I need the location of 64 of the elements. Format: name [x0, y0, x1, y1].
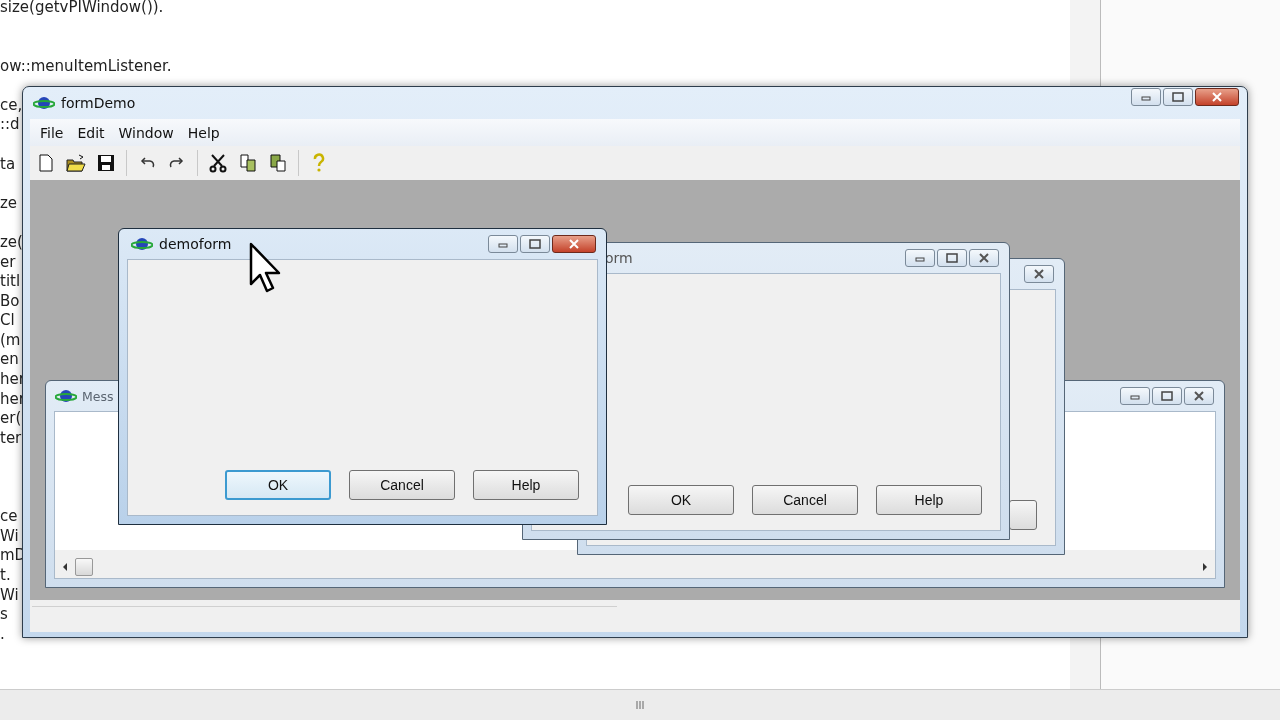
menu-item[interactable]: Window [111, 121, 181, 144]
code-line: er [0, 252, 16, 271]
maximize-button[interactable] [937, 249, 967, 267]
save-icon[interactable] [96, 153, 116, 173]
right-arrow-icon[interactable] [1201, 562, 1209, 572]
code-line: ::d [0, 115, 20, 134]
dialog-button[interactable]: Help [473, 470, 579, 500]
left-arrow-icon[interactable] [61, 562, 69, 572]
code-line: en [0, 350, 19, 369]
minimize-button[interactable] [905, 249, 935, 267]
menu-item[interactable]: Edit [70, 121, 112, 144]
dialog-button[interactable]: Cancel [349, 470, 455, 500]
maximize-button[interactable] [1163, 88, 1193, 106]
code-line: ze [0, 193, 18, 212]
code-line: Wi [0, 526, 19, 545]
close-button[interactable] [1024, 265, 1054, 283]
code-line: Cl [0, 311, 15, 330]
code-line: ce [0, 507, 18, 526]
window-title: Mess [82, 388, 114, 404]
close-button[interactable] [1195, 88, 1239, 106]
code-line: t. [0, 566, 11, 584]
dialog-button[interactable]: OK [225, 470, 331, 500]
code-line: ter [0, 428, 22, 447]
grip-icon[interactable] [635, 701, 645, 709]
maximize-button[interactable] [520, 235, 550, 253]
dialog-button[interactable]: Help [876, 485, 982, 515]
close-button[interactable] [1184, 387, 1214, 405]
code-line: er( [0, 409, 22, 428]
app-icon [33, 95, 55, 111]
code-line: Wi [0, 585, 19, 604]
code-line: . [0, 624, 5, 643]
new-file-icon[interactable] [36, 153, 56, 173]
window-title: demoform [159, 236, 232, 252]
minimize-button[interactable] [1131, 88, 1161, 106]
dialog-button[interactable]: OK [628, 485, 734, 515]
code-line: titl [0, 272, 21, 291]
app-icon [131, 236, 153, 252]
copy-icon[interactable] [238, 153, 258, 173]
code-line: her [0, 389, 25, 408]
minimize-button[interactable] [488, 235, 518, 253]
code-line: ta [0, 154, 16, 173]
code-line: (m [0, 330, 21, 349]
code-line: Bo [0, 291, 20, 310]
code-line: her [0, 370, 25, 389]
dialog-button[interactable] [1009, 500, 1037, 530]
code-line: s [0, 605, 8, 624]
code-line: ow::menuItemListener. [0, 56, 172, 75]
open-folder-icon[interactable] [66, 153, 86, 173]
close-button[interactable] [552, 235, 596, 253]
menu-item[interactable]: File [33, 121, 71, 144]
dialog-button[interactable]: Cancel [752, 485, 858, 515]
window-title: formDemo [61, 95, 136, 111]
paste-icon[interactable] [268, 153, 288, 173]
horizontal-scrollbar[interactable] [0, 689, 1280, 720]
minimize-button[interactable] [1120, 387, 1150, 405]
app-icon [55, 388, 77, 404]
scrollbar-thumb[interactable] [75, 558, 93, 576]
close-button[interactable] [969, 249, 999, 267]
scissors-icon[interactable] [208, 153, 228, 173]
code-line: ce, [0, 95, 23, 114]
maximize-button[interactable] [1152, 387, 1182, 405]
menu-item[interactable]: Help [180, 121, 227, 144]
code-line: size(getvPIWindow()). [0, 0, 164, 16]
code-line: ze( [0, 232, 23, 251]
